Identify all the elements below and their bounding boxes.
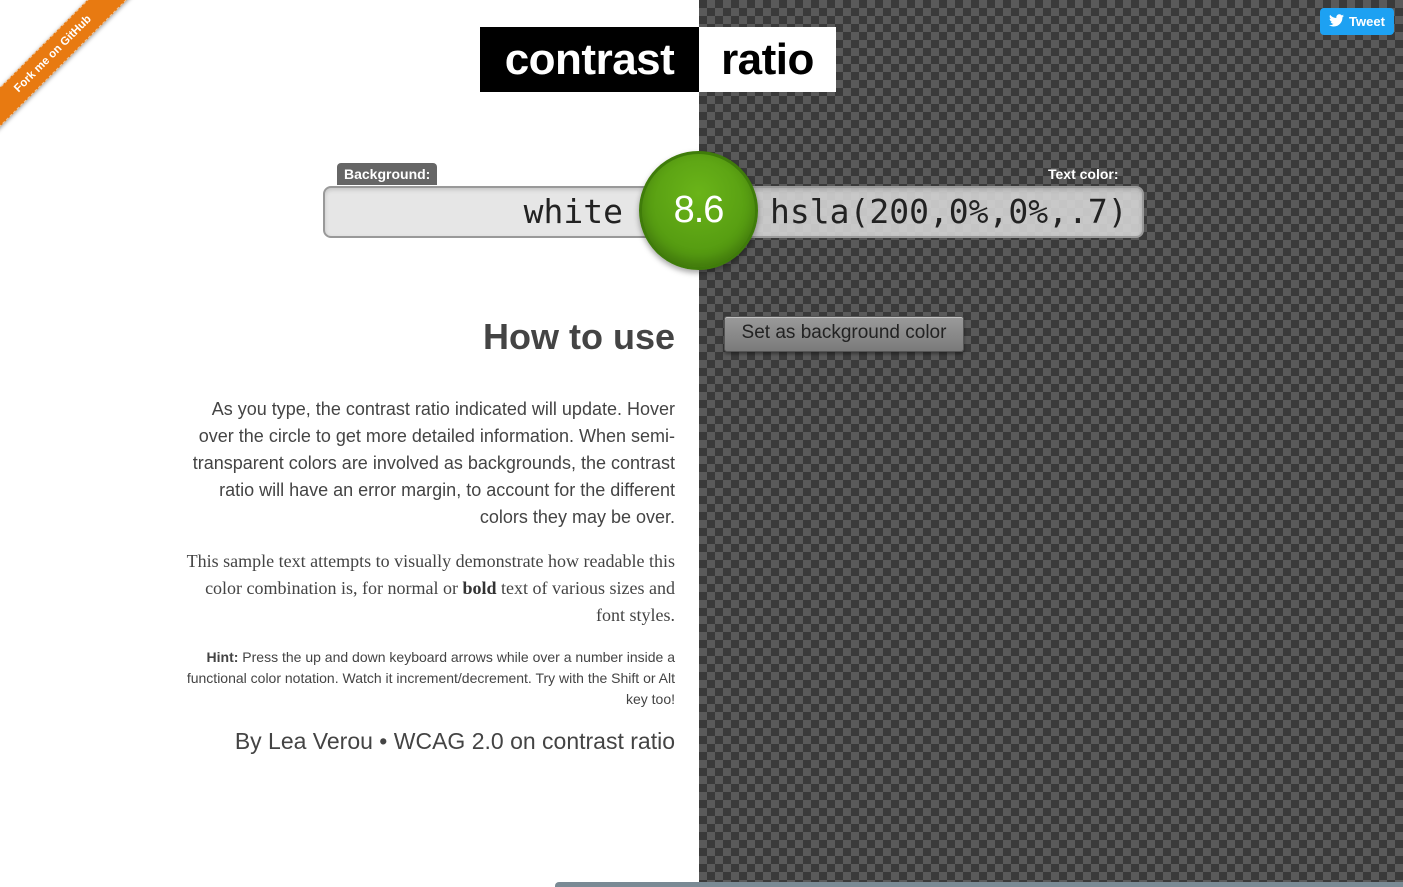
contrast-ratio-circle[interactable]: 8.6 [639,151,758,270]
hint-paragraph: Hint: Press the up and down keyboard arr… [175,647,675,710]
title-contrast: contrast [480,27,699,92]
tweet-label: Tweet [1349,14,1385,29]
checkerboard-background [699,0,1403,887]
byline: By Lea Verou • WCAG 2.0 on contrast rati… [175,728,675,755]
bottom-scroll-indicator [555,882,1403,887]
author-link[interactable]: By Lea Verou [235,728,373,754]
byline-separator: • [372,728,394,754]
title-ratio: ratio [699,27,836,92]
background-label: Background: [337,163,438,185]
github-ribbon-label[interactable]: Fork me on GitHub [0,0,138,139]
instructions-paragraph: As you type, the contrast ratio indicate… [192,399,675,527]
twitter-bird-icon [1329,13,1345,30]
hint-text: Press the up and down keyboard arrows wh… [186,649,675,707]
tweet-button[interactable]: Tweet [1320,8,1394,35]
wcag-link[interactable]: WCAG 2.0 on contrast ratio [394,728,675,754]
sample-text-bold: bold [462,578,497,598]
how-to-use-heading: How to use [482,316,675,357]
github-ribbon[interactable]: Fork me on GitHub [0,0,140,140]
text-color-label: Text color: [1048,166,1119,182]
sample-text-paragraph: This sample text attempts to visually de… [175,548,675,629]
sample-text-end: text of various sizes and font styles. [496,578,675,625]
hint-label: Hint: [206,649,239,665]
set-as-background-button[interactable]: Set as background color [724,316,964,352]
text-color-input[interactable]: hsla(200,0%,0%,.7) [700,186,1144,238]
